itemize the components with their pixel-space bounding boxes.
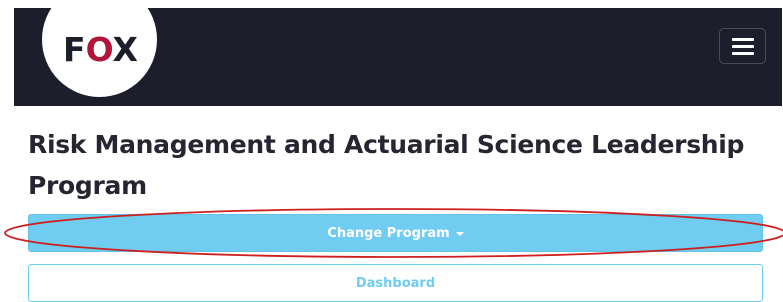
menu-toggle-button[interactable] bbox=[719, 28, 766, 64]
fox-logo[interactable]: FOX bbox=[42, 0, 157, 97]
change-program-button[interactable]: Change Program bbox=[28, 214, 763, 252]
change-program-label: Change Program bbox=[327, 225, 450, 241]
logo-wordmark: FOX bbox=[63, 30, 138, 69]
navbar: FOX bbox=[14, 0, 782, 106]
page: FOX Risk Management and Actuarial Scienc… bbox=[0, 0, 783, 302]
dashboard-button[interactable]: Dashboard bbox=[28, 264, 763, 302]
dashboard-label: Dashboard bbox=[355, 275, 436, 291]
page-title: Risk Management and Actuarial Science Le… bbox=[28, 130, 745, 200]
hamburger-icon bbox=[731, 37, 754, 55]
caret-down-icon bbox=[455, 232, 464, 236]
